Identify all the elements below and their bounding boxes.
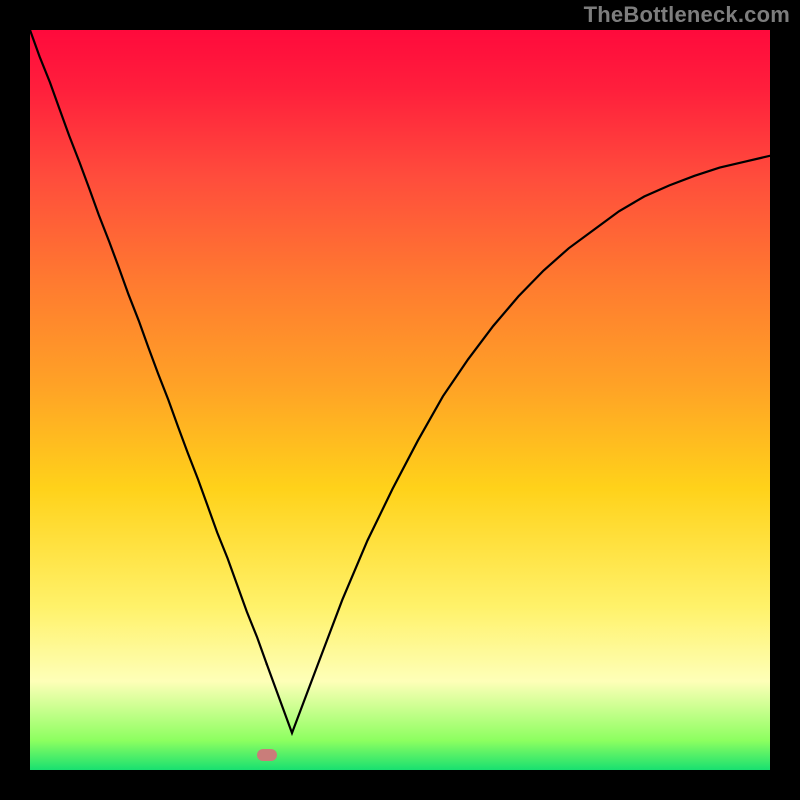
chart-frame: TheBottleneck.com	[0, 0, 800, 800]
plot-area	[30, 30, 770, 770]
right-branch-path	[267, 156, 770, 733]
curve-layer	[30, 30, 770, 770]
bottleneck-marker	[257, 749, 277, 761]
left-branch-path	[30, 30, 267, 664]
watermark-text: TheBottleneck.com	[584, 2, 790, 28]
